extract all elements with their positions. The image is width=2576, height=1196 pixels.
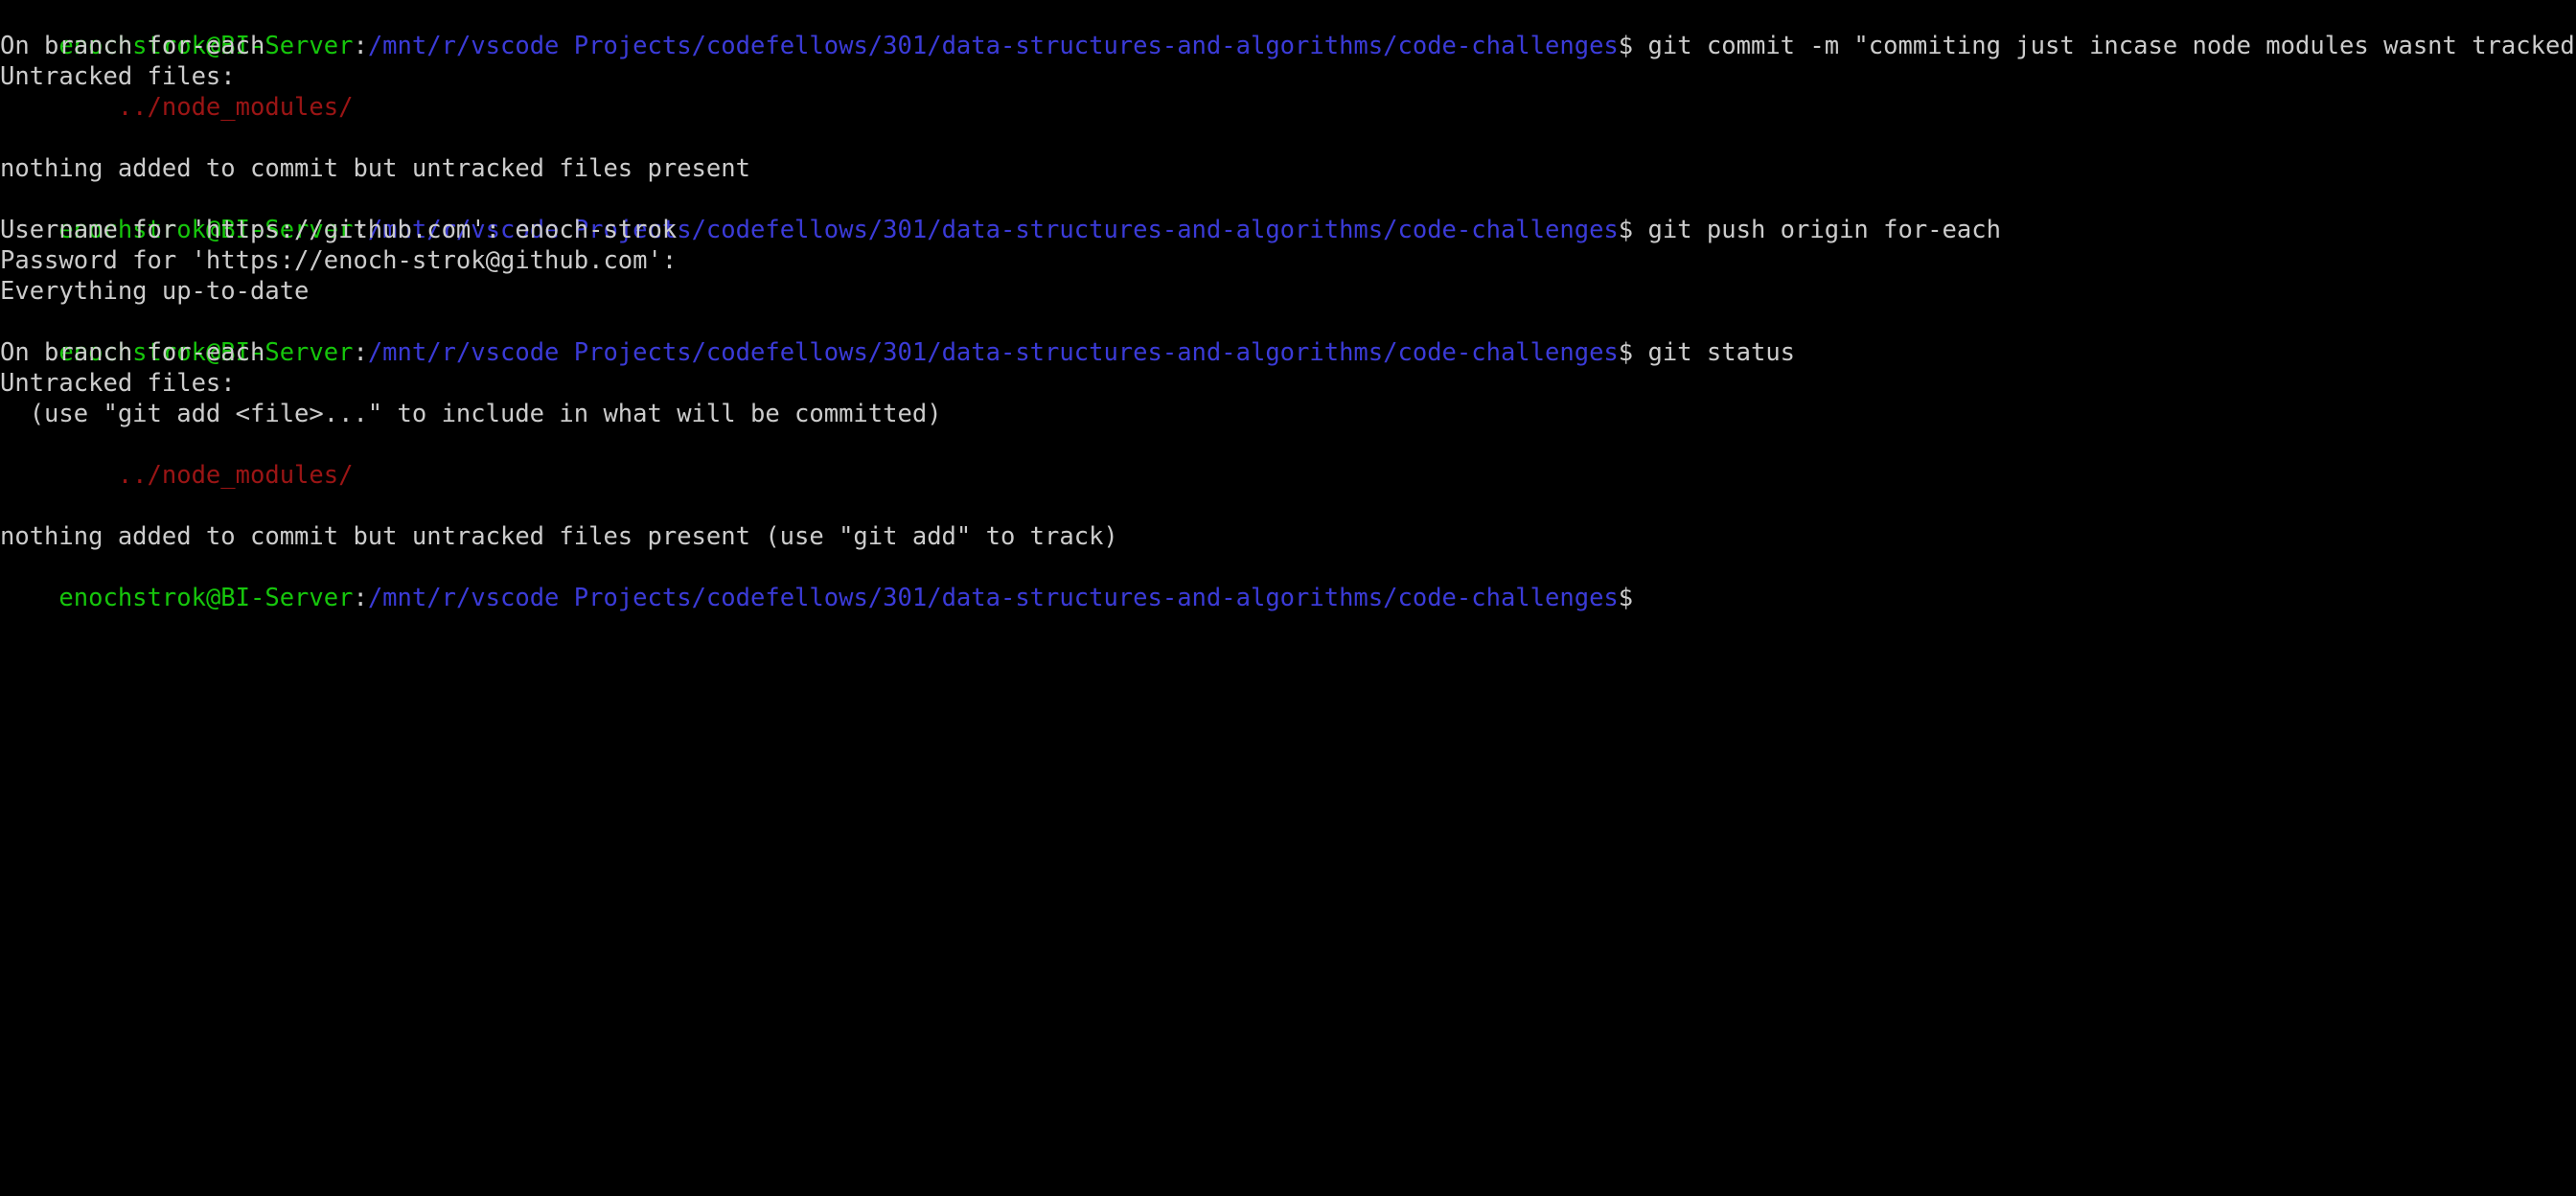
prompt-line-push: enochstrok@BI-Server:/mnt/r/vscode Proje… [0, 184, 2001, 215]
prompt-colon: : [353, 584, 367, 612]
terminal-cursor[interactable] [1648, 586, 1662, 612]
output-line: nothing added to commit but untracked fi… [0, 153, 750, 184]
output-line: Untracked files: [0, 61, 236, 92]
prompt-line-status: enochstrok@BI-Server:/mnt/r/vscode Proje… [0, 307, 1795, 337]
prompt-colon: : [353, 32, 367, 60]
untracked-file: ../node_modules/ [0, 92, 353, 123]
command-text: git commit -m "commiting just incase nod… [1648, 32, 2576, 60]
prompt-symbol: $ [1619, 32, 1648, 60]
active-prompt-line[interactable]: enochstrok@BI-Server:/mnt/r/vscode Proje… [0, 552, 1662, 583]
prompt-symbol: $ [1619, 216, 1648, 244]
prompt-symbol: $ [1619, 338, 1648, 367]
command-text: git status [1648, 338, 1796, 367]
prompt-path: /mnt/r/vscode Projects/codefellows/301/d… [368, 338, 1619, 367]
output-line: Everything up-to-date [0, 276, 309, 307]
terminal-window[interactable]: enochstrok@BI-Server:/mnt/r/vscode Proje… [0, 0, 2576, 598]
output-line: On branch for-each [0, 337, 264, 368]
output-line: Username for 'https://github.com': enoch… [0, 215, 677, 245]
output-line: (use "git add <file>..." to include in w… [0, 399, 942, 429]
prompt-user-host: enochstrok@BI-Server [58, 584, 353, 612]
prompt-colon: : [353, 338, 367, 367]
untracked-file: ../node_modules/ [0, 460, 353, 491]
output-line: Untracked files: [0, 368, 236, 399]
output-line: On branch for-each [0, 31, 264, 61]
output-line: Password for 'https://enoch-strok@github… [0, 245, 677, 276]
prompt-path: /mnt/r/vscode Projects/codefellows/301/d… [368, 584, 1619, 612]
output-line: nothing added to commit but untracked fi… [0, 521, 1118, 552]
prompt-line-commit: enochstrok@BI-Server:/mnt/r/vscode Proje… [0, 0, 2576, 31]
prompt-symbol: $ [1619, 584, 1648, 612]
prompt-path: /mnt/r/vscode Projects/codefellows/301/d… [368, 32, 1619, 60]
command-text: git push origin for-each [1648, 216, 2001, 244]
